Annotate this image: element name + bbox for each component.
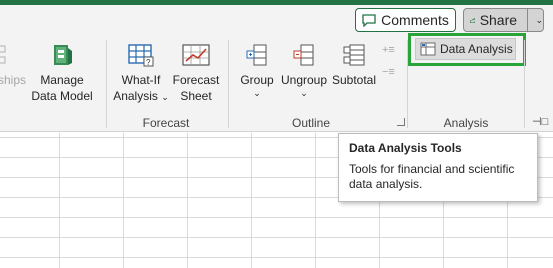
group-separator [106,40,107,128]
group-label: Group [240,73,274,87]
group-button[interactable]: Group ⌄ [237,42,277,98]
share-icon [470,17,476,23]
hide-detail-icon[interactable]: −≡ [382,66,398,82]
subtotal-button[interactable]: Subtotal [330,42,378,88]
group-separator [228,40,229,128]
ungroup-label: Ungroup [280,73,328,87]
forecast-label-line2: Sheet [180,89,212,103]
ungroup-icon [293,44,314,66]
manage-label-line1: Manage [40,73,84,87]
forecast-sheet-button[interactable]: Forecast Sheet [170,42,222,104]
analysis-group-label: Analysis [443,116,489,130]
share-label: Share [479,12,518,28]
comment-icon [362,13,376,27]
dialog-launcher-icon[interactable] [397,118,405,126]
relationships-icon [0,45,6,64]
group-separator [524,40,525,128]
what-if-icon: ? [128,44,154,67]
subtotal-icon [343,44,365,66]
data-analysis-highlight [408,33,526,66]
manage-label-line2: Data Model [31,89,93,103]
ungroup-button[interactable]: Ungroup ⌄ [278,42,330,98]
show-detail-icon[interactable]: +≡ [382,44,398,60]
subtotal-label: Subtotal [331,73,377,87]
pin-ribbon-icon[interactable]: ⊣□ [532,115,548,128]
relationships-button[interactable]: ships [0,42,32,88]
comments-button[interactable]: Comments [355,8,456,32]
chevron-down-icon[interactable]: ⌄ [535,15,543,26]
group-icon [246,44,267,66]
chevron-down-icon: ⌄ [300,88,308,98]
forecast-group-label: Forecast [142,116,190,130]
svg-text:?: ? [146,58,151,67]
tooltip: Data Analysis Tools Tools for financial … [338,133,538,202]
tooltip-body: Tools for financial and scientific data … [349,162,515,191]
forecast-label-line1: Forecast [172,73,220,87]
data-model-icon [54,45,72,65]
manage-data-model-button[interactable]: Manage Data Model [29,42,95,104]
what-if-analysis-button[interactable]: ? What-If Analysis ⌄ [111,42,171,105]
what-if-label-line1: What-If [121,73,161,87]
comments-label: Comments [381,12,449,28]
relationships-label: ships [0,73,26,87]
what-if-label-line2: Analysis [113,89,158,103]
outline-group-label: Outline [291,116,331,130]
chevron-down-icon: ⌄ [253,88,261,98]
forecast-sheet-icon [182,44,210,66]
chevron-down-icon: ⌄ [161,92,169,102]
tooltip-title: Data Analysis Tools [349,141,462,155]
share-button[interactable]: Share ⌄ [463,8,544,32]
